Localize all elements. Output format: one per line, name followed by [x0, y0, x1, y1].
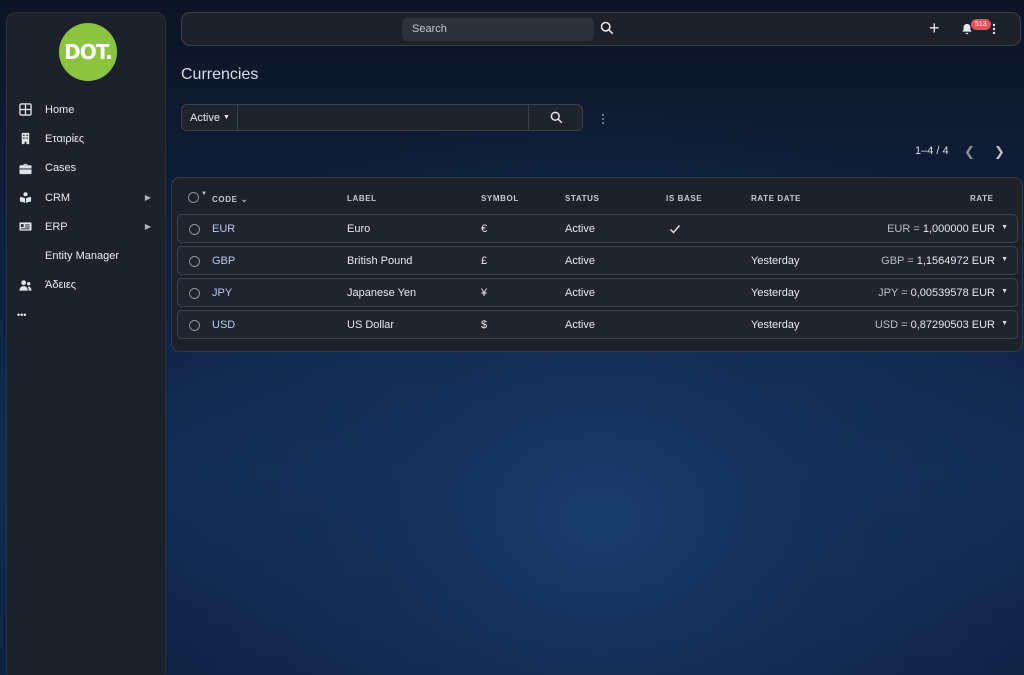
users-icon: [17, 278, 33, 292]
column-header-status[interactable]: STATUS: [565, 194, 599, 203]
sidebar-item-erp[interactable]: ERP ▶: [7, 212, 165, 241]
logo-text: DOT.: [64, 40, 113, 64]
more-icon: •••: [17, 309, 27, 320]
chevron-right-icon: ▶: [144, 193, 151, 203]
filter-dropdown[interactable]: Active ▼: [182, 105, 238, 130]
sidebar-item-label: Εταιρίες: [45, 132, 85, 145]
currency-status: Active: [565, 319, 595, 331]
currency-code[interactable]: USD: [212, 319, 235, 331]
filter-search-button[interactable]: [528, 105, 583, 130]
column-header-rate-date[interactable]: RATE DATE: [751, 194, 801, 203]
currency-code[interactable]: JPY: [212, 287, 232, 299]
filter-text-input[interactable]: [239, 105, 527, 130]
column-header-label[interactable]: LABEL: [347, 194, 377, 203]
currency-code[interactable]: GBP: [212, 255, 235, 267]
caret-down-icon[interactable]: ▼: [1001, 288, 1008, 295]
caret-down-icon[interactable]: ▼: [1001, 256, 1008, 263]
chevron-left-icon[interactable]: ❮: [964, 144, 975, 160]
filter-selected: Active: [190, 112, 220, 124]
more-vertical-icon[interactable]: [601, 112, 605, 124]
notification-badge: 513: [971, 19, 991, 30]
pagination-info: 1–4 / 4: [915, 145, 949, 157]
currency-status: Active: [565, 287, 595, 299]
table-row[interactable]: JPY Japanese Yen ¥ Active Yesterday JPY …: [177, 278, 1018, 307]
sidebar-item-label: Home: [45, 103, 75, 116]
column-header-rate[interactable]: RATE: [970, 194, 994, 203]
currency-label: US Dollar: [347, 319, 395, 331]
sidebar: DOT. Home Εταιρίες Cases CRM ▶ ERP ▶ Ent…: [6, 12, 166, 675]
currency-symbol: $: [481, 319, 488, 331]
row-select-radio[interactable]: [189, 256, 200, 267]
rate-date: Yesterday: [751, 287, 800, 299]
add-icon[interactable]: +: [929, 18, 940, 38]
search-icon: [550, 111, 562, 124]
building-icon: [17, 132, 33, 146]
column-header-symbol[interactable]: SYMBOL: [481, 194, 519, 203]
currency-code[interactable]: EUR: [212, 223, 235, 235]
search-placeholder: Search: [412, 23, 447, 35]
chevron-right-icon[interactable]: ❯: [994, 144, 1005, 160]
currency-status: Active: [565, 223, 595, 235]
sidebar-item-crm[interactable]: CRM ▶: [7, 183, 165, 212]
page-title: Currencies: [181, 66, 259, 83]
sidebar-item-label: CRM: [45, 191, 71, 204]
caret-down-icon: ▼: [222, 114, 230, 121]
global-search-input[interactable]: Search: [402, 18, 594, 41]
row-select-radio[interactable]: [189, 224, 200, 235]
chevron-right-icon: ▶: [144, 222, 151, 232]
currency-label: British Pound: [347, 255, 413, 267]
caret-down-icon[interactable]: ▼: [1001, 320, 1008, 327]
id-card-icon: [17, 220, 33, 234]
check-icon: [669, 222, 681, 234]
sidebar-item-label: Άδειες: [45, 279, 77, 292]
sidebar-item-companies[interactable]: Εταιρίες: [7, 124, 165, 153]
dot-logo[interactable]: DOT.: [59, 23, 117, 81]
rate-date: Yesterday: [751, 319, 800, 331]
grid-icon: [17, 103, 33, 117]
sort-chevron-down-icon: ⌄: [240, 194, 249, 204]
select-all-checkbox[interactable]: [188, 192, 199, 203]
sidebar-item-more[interactable]: •••: [7, 300, 165, 329]
column-header-code[interactable]: CODE ⌄: [212, 194, 249, 205]
currency-symbol: €: [481, 223, 488, 235]
table-row[interactable]: USD US Dollar $ Active Yesterday USD = 0…: [177, 310, 1018, 339]
currency-label: Euro: [347, 223, 371, 235]
caret-down-icon[interactable]: ▼: [1001, 224, 1008, 231]
sidebar-item-cases[interactable]: Cases: [7, 154, 165, 183]
currency-label: Japanese Yen: [347, 287, 417, 299]
filter-bar: Active ▼: [181, 104, 583, 131]
row-select-radio[interactable]: [189, 288, 200, 299]
book-icon: [17, 191, 33, 205]
currency-symbol: £: [481, 255, 488, 267]
sidebar-item-label: ERP: [45, 220, 68, 233]
rate-date: Yesterday: [751, 255, 800, 267]
sidebar-item-home[interactable]: Home: [7, 95, 165, 124]
currency-status: Active: [565, 255, 595, 267]
sidebar-item-permissions[interactable]: Άδειες: [7, 271, 165, 300]
briefcase-icon: [17, 161, 33, 175]
rate-value: GBP = 1,1564972 EUR: [881, 255, 995, 267]
rate-value: EUR = 1,000000 EUR: [887, 223, 995, 235]
rate-value: USD = 0,87290503 EUR: [874, 319, 995, 331]
sidebar-item-label: Cases: [45, 162, 77, 175]
sidebar-item-label: Entity Manager: [45, 250, 119, 263]
caret-down-icon[interactable]: ▼: [201, 191, 207, 197]
sidebar-nav: Home Εταιρίες Cases CRM ▶ ERP ▶ Entity M…: [7, 95, 165, 329]
table-row[interactable]: EUR Euro € Active EUR = 1,000000 EUR ▼: [177, 214, 1018, 243]
currency-symbol: ¥: [481, 287, 488, 299]
column-header-is-base[interactable]: IS BASE: [666, 194, 702, 203]
currencies-table: ▼ CODE ⌄ LABEL SYMBOL STATUS IS BASE RAT…: [171, 177, 1023, 352]
more-vertical-icon[interactable]: [992, 22, 996, 35]
top-bar: Search + 513: [181, 12, 1021, 46]
search-icon[interactable]: [600, 21, 616, 37]
table-row[interactable]: GBP British Pound £ Active Yesterday GBP…: [177, 246, 1018, 275]
sidebar-item-entity-manager[interactable]: Entity Manager: [7, 241, 165, 270]
rate-value: JPY = 0,00539578 EUR: [878, 287, 995, 299]
row-select-radio[interactable]: [189, 320, 200, 331]
